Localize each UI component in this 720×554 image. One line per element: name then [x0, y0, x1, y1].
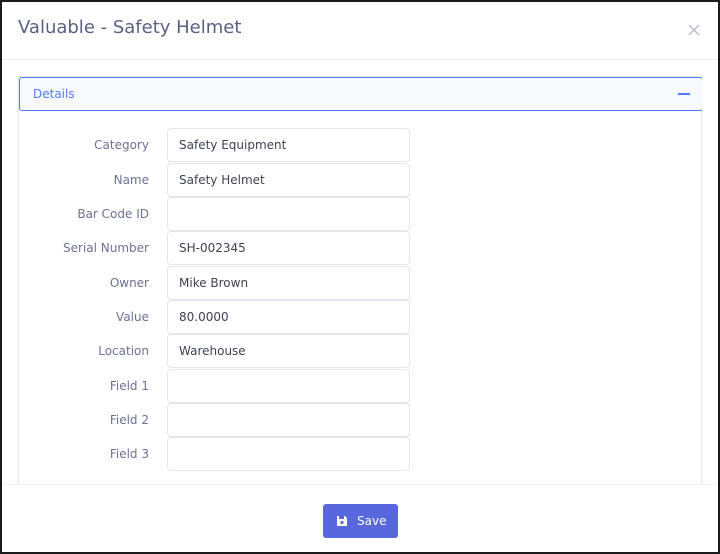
serial-number-input[interactable] [167, 231, 410, 265]
field-row-field-1: Field 1 [19, 369, 702, 403]
save-button-label: Save [357, 514, 387, 528]
field-2-input[interactable] [167, 403, 410, 437]
serial-number-label: Serial Number [63, 241, 149, 255]
name-input[interactable] [167, 163, 410, 197]
field-3-label: Field 3 [109, 447, 149, 461]
field-2-label: Field 2 [109, 413, 149, 427]
details-panel: Details Category Name Bar Code ID Serial… [18, 76, 702, 484]
value-label: Value [116, 310, 149, 324]
field-row-field-2: Field 2 [19, 403, 702, 437]
field-row-name: Name [19, 163, 702, 197]
close-button[interactable] [684, 20, 704, 40]
category-label: Category [94, 138, 149, 152]
close-icon [688, 24, 700, 36]
bar-code-id-label: Bar Code ID [77, 207, 149, 221]
modal-title: Valuable - Safety Helmet [18, 17, 242, 38]
floppy-disk-icon [337, 516, 347, 526]
modal-body: Details Category Name Bar Code ID Serial… [18, 76, 702, 484]
field-row-owner: Owner [19, 266, 702, 300]
field-row-category: Category [19, 128, 702, 162]
location-input[interactable] [167, 334, 410, 368]
field-row-value: Value [19, 300, 702, 334]
modal-header: Valuable - Safety Helmet [2, 2, 718, 60]
field-1-input[interactable] [167, 369, 410, 403]
save-button[interactable]: Save [323, 504, 398, 538]
field-1-label: Field 1 [109, 379, 149, 393]
owner-input[interactable] [167, 266, 410, 300]
category-input[interactable] [167, 128, 410, 162]
name-label: Name [113, 173, 149, 187]
value-input[interactable] [167, 300, 410, 334]
field-row-bar-code-id: Bar Code ID [19, 197, 702, 231]
bar-code-id-input[interactable] [167, 197, 410, 231]
valuable-modal: Valuable - Safety Helmet Details Categor… [0, 0, 720, 554]
field-row-field-3: Field 3 [19, 437, 702, 471]
details-panel-heading[interactable]: Details [19, 77, 702, 111]
field-3-input[interactable] [167, 437, 410, 471]
location-label: Location [98, 344, 149, 358]
modal-footer: Save [2, 484, 718, 552]
owner-label: Owner [109, 276, 149, 290]
details-panel-title: Details [33, 87, 75, 101]
field-row-location: Location [19, 334, 702, 368]
field-row-serial-number: Serial Number [19, 231, 702, 265]
minus-icon[interactable] [678, 93, 690, 95]
